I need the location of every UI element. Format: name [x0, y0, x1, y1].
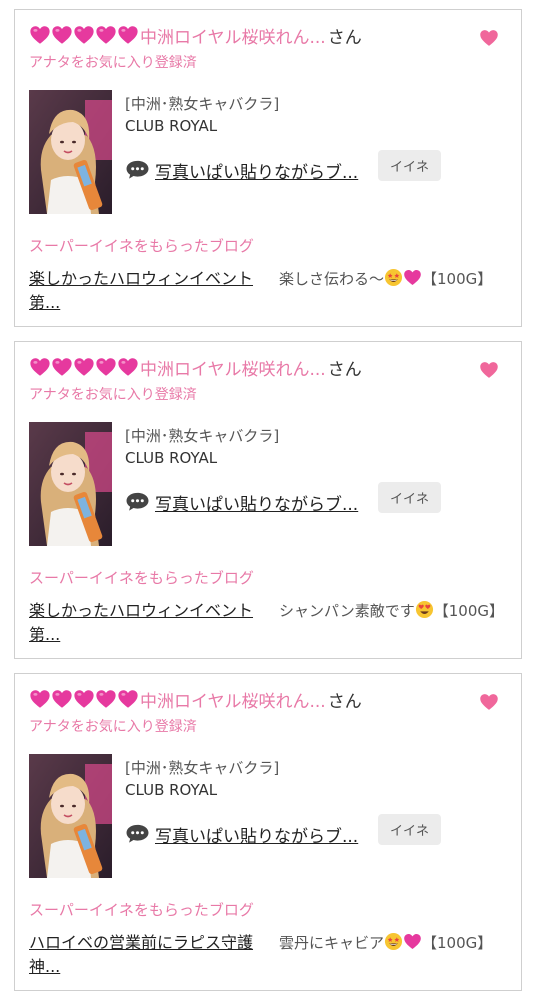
emoji-group — [384, 934, 422, 952]
super-iine-heading: スーパーイイネをもらったブログ — [29, 901, 254, 919]
favorite-status-text: アナタをお気に入り登録済 — [29, 719, 197, 735]
favorite-heart-icon[interactable] — [479, 28, 499, 48]
user-header: 中洲ロイヤル桜咲れん... さん — [29, 22, 362, 48]
comment-icon — [125, 491, 150, 512]
super-comment-text: 楽しさ伝わる〜 — [279, 270, 385, 288]
pink-heart-icon — [403, 268, 422, 287]
shop-type: [中洲･熟女キャバクラ] — [125, 95, 280, 113]
user-header: 中洲ロイヤル桜咲れん... さん — [29, 686, 362, 712]
honorific: さん — [327, 691, 362, 712]
rank-heart-icon — [51, 688, 73, 710]
emoji-group — [415, 602, 434, 620]
iine-button[interactable]: イイネ — [378, 150, 441, 181]
avatar[interactable] — [29, 90, 112, 214]
super-blog-link[interactable]: 楽しかったハロウィンイベント第... — [29, 267, 269, 315]
super-blog-link[interactable]: ハロイベの営業前にラピス守護神... — [29, 931, 269, 979]
user-name-link[interactable]: 中洲ロイヤル桜咲れん... — [140, 687, 326, 712]
iine-button[interactable]: イイネ — [378, 814, 441, 845]
rank-heart-icon — [73, 356, 95, 378]
pink-heart-icon — [403, 932, 422, 951]
rank-heart-icon — [29, 688, 51, 710]
favorite-status-text: アナタをお気に入り登録済 — [29, 387, 197, 403]
shop-name-link[interactable]: CLUB ROYAL — [125, 449, 217, 467]
shop-type: [中洲･熟女キャバクラ] — [125, 759, 280, 777]
super-iine-heading: スーパーイイネをもらったブログ — [29, 237, 254, 255]
shop-type: [中洲･熟女キャバクラ] — [125, 427, 280, 445]
super-comment: 雲丹にキャビア 【100G】 — [279, 931, 507, 955]
blog-title-link[interactable]: 写真いぱい貼りながらブ... — [155, 822, 358, 847]
rank-heart-icon — [117, 688, 139, 710]
blog-title-link[interactable]: 写真いぱい貼りながらブ... — [155, 158, 358, 183]
heart-eyes-icon — [415, 600, 434, 619]
favorite-heart-icon[interactable] — [479, 360, 499, 380]
rank-heart-icon — [51, 24, 73, 46]
blog-title-link[interactable]: 写真いぱい貼りながらブ... — [155, 490, 358, 515]
favorite-heart-icon[interactable] — [479, 692, 499, 712]
super-comment-text: 雲丹にキャビア — [279, 934, 385, 952]
shop-name-link[interactable]: CLUB ROYAL — [125, 117, 217, 135]
avatar[interactable] — [29, 422, 112, 546]
comment-icon — [125, 823, 150, 844]
super-comment-reward: 【100G】 — [422, 270, 493, 288]
honorific: さん — [327, 27, 362, 48]
honorific: さん — [327, 359, 362, 380]
shop-name-link[interactable]: CLUB ROYAL — [125, 781, 217, 799]
rank-heart-icon — [73, 24, 95, 46]
super-comment-text: シャンパン素敵です — [279, 602, 415, 620]
rank-heart-icon — [29, 24, 51, 46]
avatar-photo — [29, 90, 112, 214]
rank-heart-icon — [117, 356, 139, 378]
star-struck-icon — [384, 932, 403, 951]
super-comment: 楽しさ伝わる〜 【100G】 — [279, 267, 507, 291]
super-blog-link[interactable]: 楽しかったハロウィンイベント第... — [29, 599, 269, 647]
user-name-link[interactable]: 中洲ロイヤル桜咲れん... — [140, 355, 326, 380]
rank-heart-icon — [73, 688, 95, 710]
star-struck-icon — [384, 268, 403, 287]
super-comment-reward: 【100G】 — [422, 934, 493, 952]
favorite-card: 中洲ロイヤル桜咲れん... さん アナタをお気に入り登録済 [中洲･熟女キャバク… — [14, 673, 522, 991]
favorite-card: 中洲ロイヤル桜咲れん... さん アナタをお気に入り登録済 [中洲･熟女キャバク… — [14, 9, 522, 327]
rank-heart-icon — [29, 356, 51, 378]
favorite-status-text: アナタをお気に入り登録済 — [29, 55, 197, 71]
favorite-card: 中洲ロイヤル桜咲れん... さん アナタをお気に入り登録済 [中洲･熟女キャバク… — [14, 341, 522, 659]
rank-heart-icon — [95, 24, 117, 46]
iine-button[interactable]: イイネ — [378, 482, 441, 513]
comment-icon — [125, 159, 150, 180]
avatar-photo — [29, 754, 112, 878]
user-header: 中洲ロイヤル桜咲れん... さん — [29, 354, 362, 380]
super-iine-heading: スーパーイイネをもらったブログ — [29, 569, 254, 587]
super-comment-reward: 【100G】 — [433, 602, 505, 620]
rank-heart-icon — [95, 688, 117, 710]
user-name-link[interactable]: 中洲ロイヤル桜咲れん... — [140, 23, 326, 48]
rank-heart-icon — [117, 24, 139, 46]
avatar[interactable] — [29, 754, 112, 878]
emoji-group — [384, 270, 422, 288]
avatar-photo — [29, 422, 112, 546]
rank-heart-icon — [95, 356, 117, 378]
rank-heart-icon — [51, 356, 73, 378]
super-comment: シャンパン素敵です 【100G】 — [279, 599, 507, 623]
